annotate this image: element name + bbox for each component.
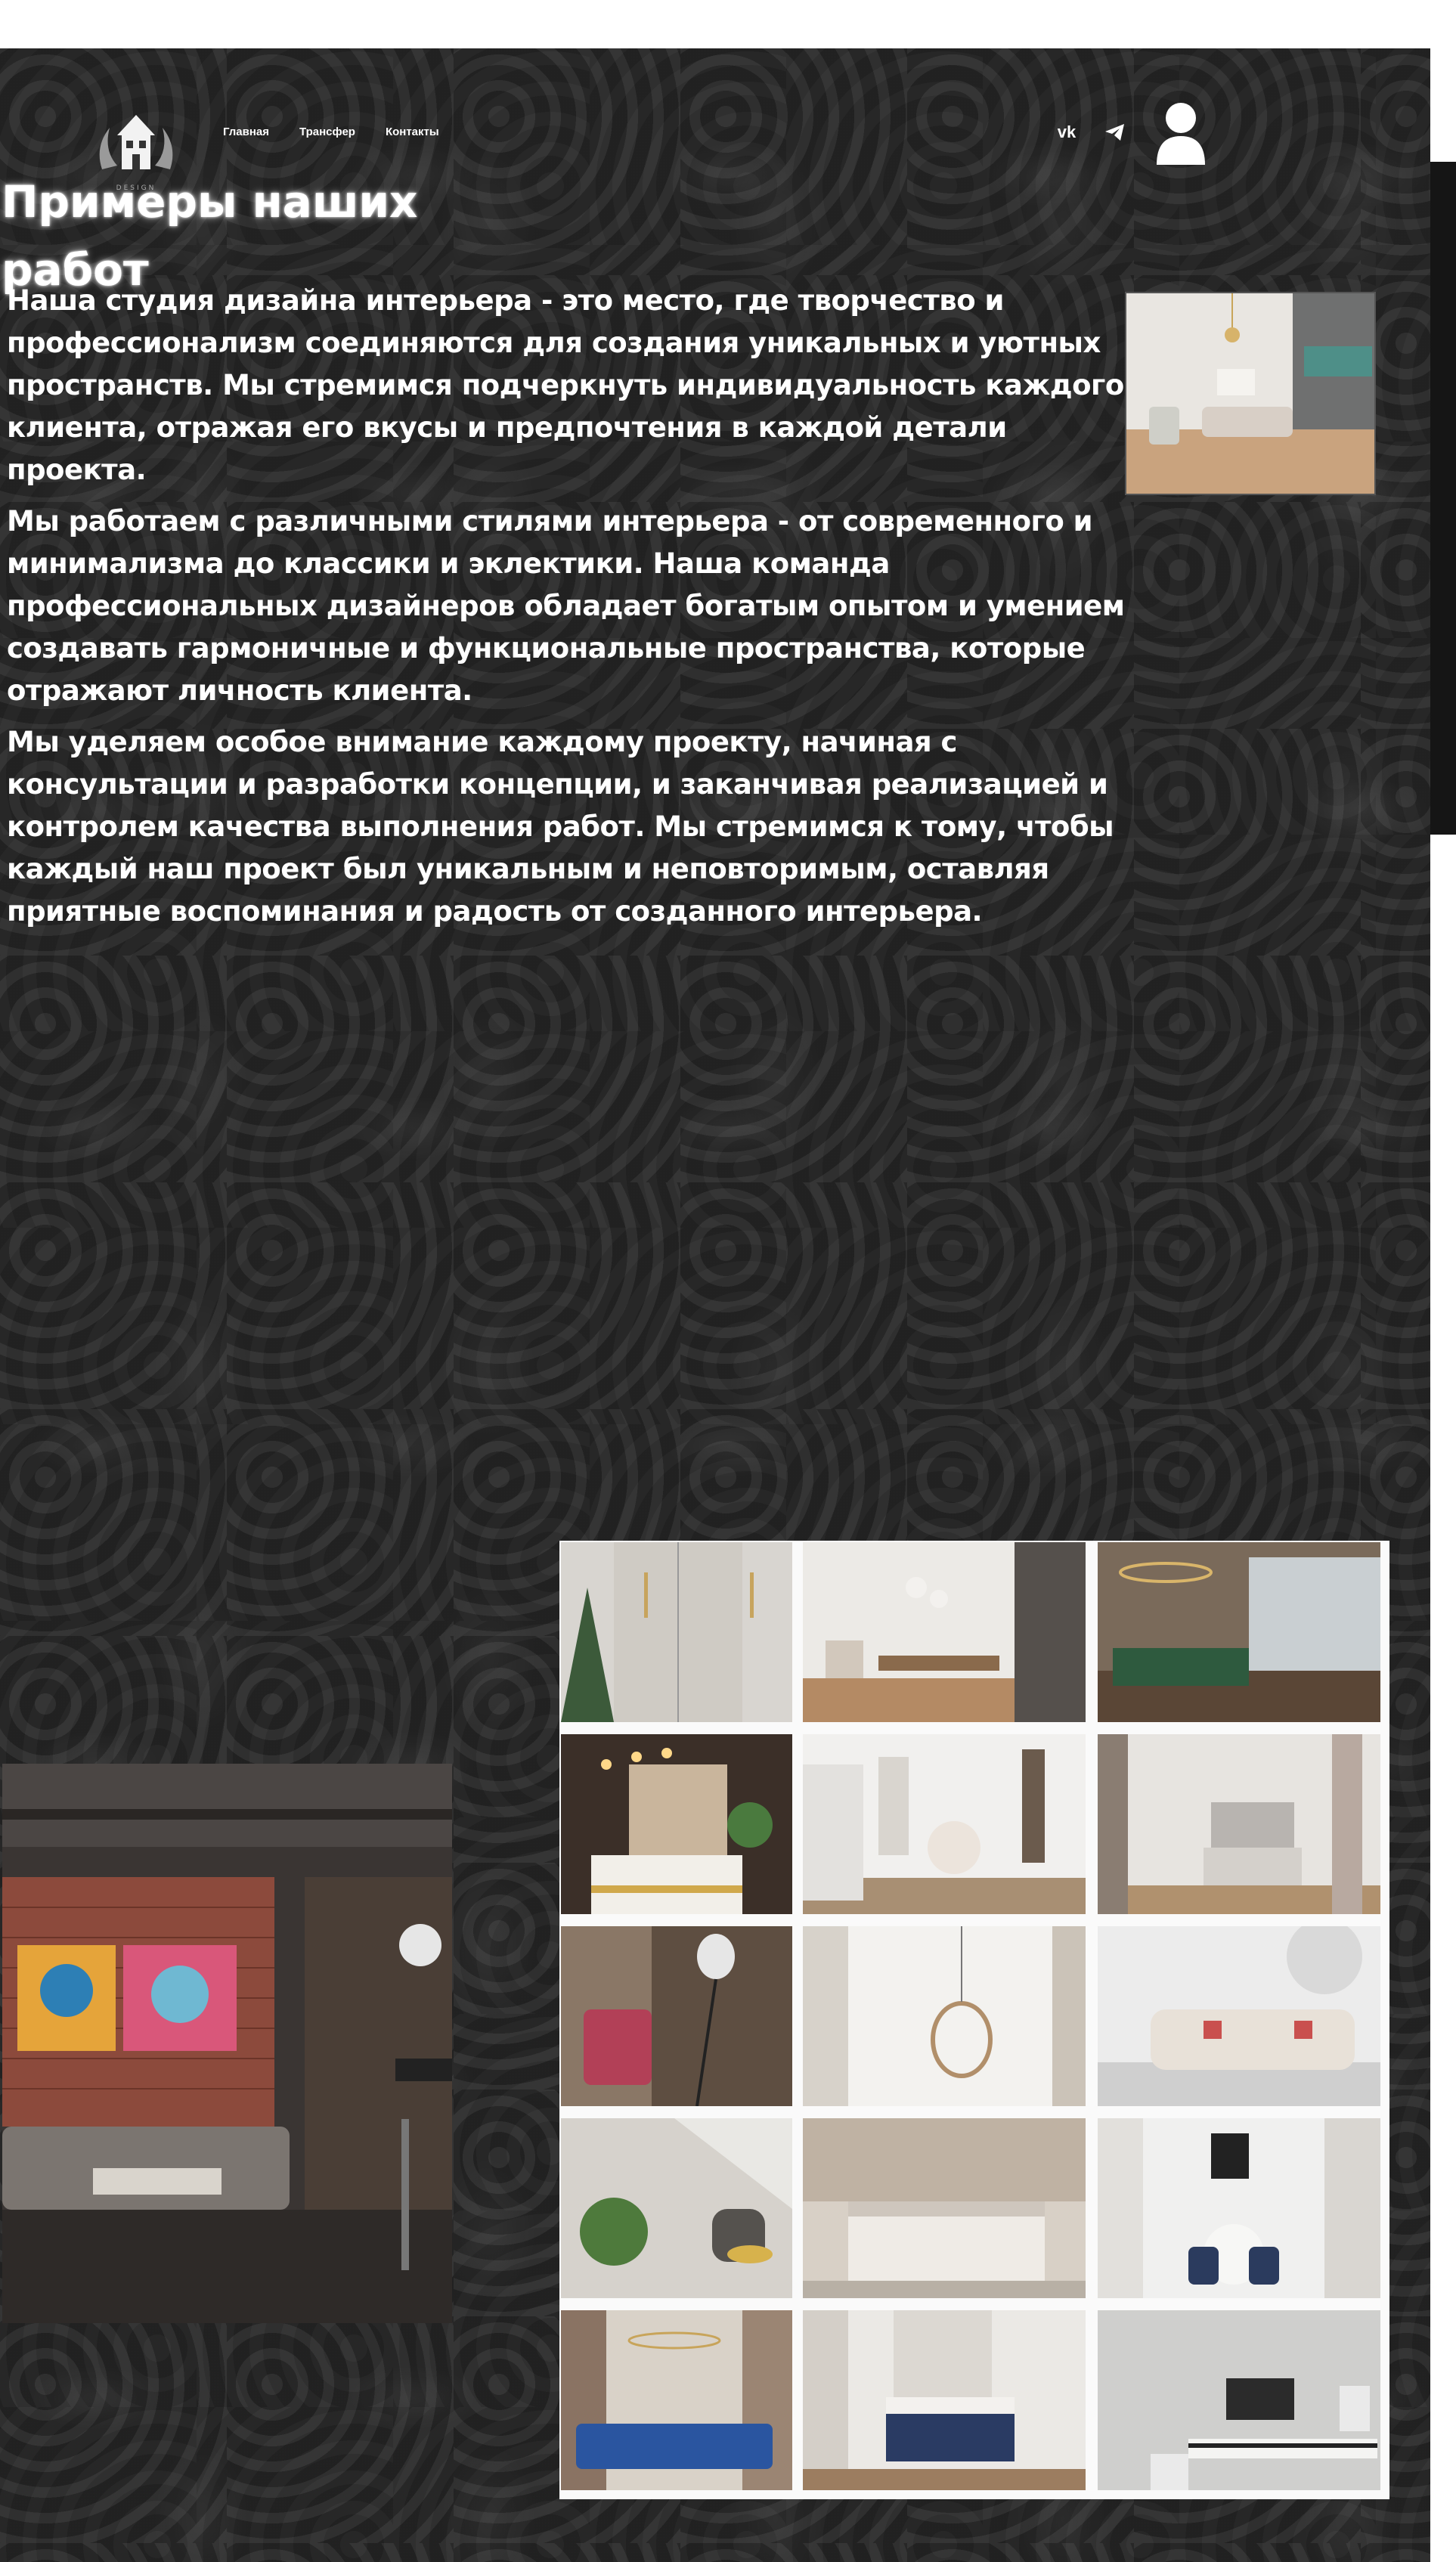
telegram-icon[interactable]: [1102, 119, 1128, 145]
nav-home-link[interactable]: Главная: [223, 125, 269, 138]
paragraph: Мы уделяем особое внимание каждому проек…: [7, 726, 1114, 928]
gallery-image[interactable]: [803, 1542, 1086, 1722]
scrollbar[interactable]: [1430, 162, 1456, 835]
page-edge: [1430, 48, 1456, 162]
gallery-image[interactable]: [561, 2310, 792, 2490]
gallery-image[interactable]: [561, 1542, 792, 1722]
site-header: DESIGN Главная Трансфер Контакты vk: [0, 48, 1430, 192]
gallery-image[interactable]: [1098, 2118, 1380, 2298]
gallery-image[interactable]: [1098, 1926, 1380, 2106]
gallery-image[interactable]: [1098, 1542, 1380, 1722]
gallery-image[interactable]: [803, 2310, 1086, 2490]
nav-contacts-link[interactable]: Контакты: [386, 125, 439, 138]
gallery-image[interactable]: [1098, 1734, 1380, 1914]
portfolio-gallery: [559, 1541, 1389, 2499]
loft-interior-image: [2, 1764, 452, 2323]
vk-icon[interactable]: vk: [1054, 119, 1080, 145]
main-nav: Главная Трансфер Контакты: [223, 125, 439, 138]
gallery-image[interactable]: [561, 2118, 792, 2298]
gallery-image[interactable]: [561, 1734, 792, 1914]
gallery-image[interactable]: [803, 2118, 1086, 2298]
user-icon[interactable]: [1152, 101, 1210, 166]
gallery-image[interactable]: [1098, 2310, 1380, 2490]
gallery-image[interactable]: [561, 1926, 792, 2106]
paragraph: Мы работаем с различными стилями интерье…: [7, 505, 1125, 707]
paragraph: Наша студия дизайна интерьера - это мест…: [7, 284, 1124, 486]
gallery-image[interactable]: [803, 1926, 1086, 2106]
intro-interior-image: [1125, 292, 1376, 495]
intro-text: Наша студия дизайна интерьера - это мест…: [7, 280, 1133, 942]
nav-transfer-link[interactable]: Трансфер: [299, 125, 355, 138]
gallery-image[interactable]: [803, 1734, 1086, 1914]
